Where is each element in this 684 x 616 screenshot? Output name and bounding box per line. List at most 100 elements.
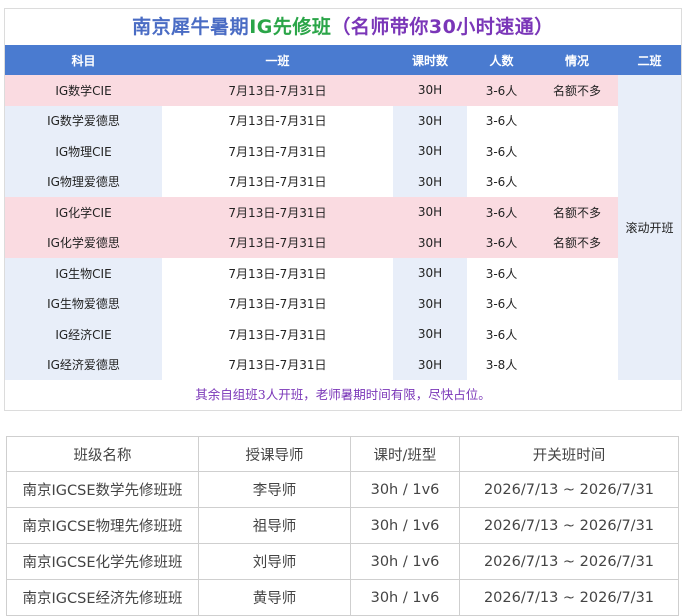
subject-cell: IG生物爱德思	[5, 288, 162, 319]
schedule-row: IG数学CIE 7月13日-7月31日 30H 3-6人 名额不多 滚动开班	[5, 75, 681, 380]
teacher-cell: 李导师	[198, 471, 351, 508]
size-cell: 3-6人	[467, 227, 536, 258]
date-cell: 7月13日-7月31日	[162, 105, 393, 136]
format-cell: 30h / 1v6	[350, 579, 460, 616]
hours-cell: 30H	[393, 349, 467, 380]
status-cell	[536, 349, 618, 380]
subject-cell: IG经济CIE	[5, 319, 162, 350]
size-cell: 3-6人	[467, 197, 536, 228]
date-cell: 7月13日-7月31日	[162, 75, 393, 106]
size-cell: 3-6人	[467, 258, 536, 289]
subject-cell: IG数学爱德思	[5, 105, 162, 136]
date-cell: 7月13日-7月31日	[162, 166, 393, 197]
date-cell: 7月13日-7月31日	[162, 319, 393, 350]
status-cell	[536, 136, 618, 167]
hours-cell: 30H	[393, 288, 467, 319]
schedule-row: IG经济CIE 7月13日-7月31日 30H 3-6人	[5, 319, 681, 350]
subject-cell: IG数学CIE	[5, 75, 162, 106]
schedule-row: IG物理爱德思 7月13日-7月31日 30H 3-6人	[5, 166, 681, 197]
header-size: 人数	[467, 45, 536, 75]
status-cell	[536, 166, 618, 197]
schedule-row: IG化学CIE 7月13日-7月31日 30H 3-6人 名额不多	[5, 197, 681, 228]
subject-cell: IG物理爱德思	[5, 166, 162, 197]
header-teacher: 授课导师	[198, 436, 351, 472]
format-cell: 30h / 1v6	[350, 507, 460, 544]
hours-cell: 30H	[393, 166, 467, 197]
schedule-row: IG生物爱德思 7月13日-7月31日 30H 3-6人	[5, 288, 681, 319]
status-cell: 名额不多	[536, 227, 618, 258]
header-class-name: 班级名称	[6, 436, 199, 472]
schedule-row: IG物理CIE 7月13日-7月31日 30H 3-6人	[5, 136, 681, 167]
size-cell: 3-6人	[467, 166, 536, 197]
schedule-row: IG经济爱德思 7月13日-7月31日 30H 3-8人	[5, 349, 681, 380]
format-cell: 30h / 1v6	[350, 543, 460, 580]
header-hours: 课时数	[393, 45, 467, 75]
header-class-two: 二班	[618, 45, 681, 75]
status-cell	[536, 319, 618, 350]
schedule-title: 南京犀牛暑期IG先修班（名师带你30小时速通）	[5, 9, 681, 45]
status-cell: 名额不多	[536, 75, 618, 106]
size-cell: 3-8人	[467, 349, 536, 380]
size-cell: 3-6人	[467, 319, 536, 350]
hours-cell: 30H	[393, 75, 467, 106]
hours-cell: 30H	[393, 319, 467, 350]
title-ig: IG先修班	[249, 16, 332, 38]
schedule-row: IG数学爱德思 7月13日-7月31日 30H 3-6人	[5, 105, 681, 136]
period-cell: 2026/7/13 ~ 2026/7/31	[459, 579, 679, 616]
hours-cell: 30H	[393, 227, 467, 258]
status-cell: 名额不多	[536, 197, 618, 228]
format-cell: 30h / 1v6	[350, 471, 460, 508]
subject-cell: IG物理CIE	[5, 136, 162, 167]
hours-cell: 30H	[393, 136, 467, 167]
class-row: 南京IGCSE数学先修班班 李导师 30h / 1v6 2026/7/13 ~ 202…	[6, 471, 679, 508]
date-cell: 7月13日-7月31日	[162, 349, 393, 380]
status-cell	[536, 258, 618, 289]
date-cell: 7月13日-7月31日	[162, 288, 393, 319]
subject-cell: IG化学爱德思	[5, 227, 162, 258]
class-name-cell: 南京IGCSE化学先修班班	[6, 543, 199, 580]
title-prefix: 南京犀牛暑期	[132, 16, 250, 38]
header-subject: 科目	[5, 45, 162, 75]
class-name-cell: 南京IGCSE数学先修班班	[6, 471, 199, 508]
header-period: 开关班时间	[459, 436, 679, 472]
teacher-cell: 祖导师	[198, 507, 351, 544]
size-cell: 3-6人	[467, 136, 536, 167]
schedule-table: 科目 一班 课时数 人数 情况 二班 IG数学CIE 7月13日-7月31日 30H…	[5, 45, 681, 380]
title-sub: （名师带你30小时速通）	[331, 16, 554, 38]
size-cell: 3-6人	[467, 288, 536, 319]
date-cell: 7月13日-7月31日	[162, 227, 393, 258]
header-status: 情况	[536, 45, 618, 75]
teacher-cell: 黄导师	[198, 579, 351, 616]
class-row: 南京IGCSE经济先修班班 黄导师 30h / 1v6 2026/7/13 ~ 202…	[6, 579, 679, 616]
class-name-cell: 南京IGCSE物理先修班班	[6, 507, 199, 544]
period-cell: 2026/7/13 ~ 2026/7/31	[459, 471, 679, 508]
class-name-cell: 南京IGCSE经济先修班班	[6, 579, 199, 616]
teacher-cell: 刘导师	[198, 543, 351, 580]
header-format: 课时/班型	[350, 436, 460, 472]
subject-cell: IG经济爱德思	[5, 349, 162, 380]
schedule-note: 其余自组班3人开班，老师暑期时间有限，尽快占位。	[195, 387, 491, 402]
period-cell: 2026/7/13 ~ 2026/7/31	[459, 507, 679, 544]
schedule-header-row: 科目 一班 课时数 人数 情况 二班	[5, 45, 681, 75]
size-cell: 3-6人	[467, 75, 536, 106]
class-table: 班级名称 授课导师 课时/班型 开关班时间 南京IGCSE数学先修班班 李导师 30…	[6, 436, 679, 616]
status-cell	[536, 105, 618, 136]
subject-cell: IG化学CIE	[5, 197, 162, 228]
class-row: 南京IGCSE物理先修班班 祖导师 30h / 1v6 2026/7/13 ~ 202…	[6, 507, 679, 544]
subject-cell: IG生物CIE	[5, 258, 162, 289]
header-class-one: 一班	[162, 45, 393, 75]
status-cell	[536, 288, 618, 319]
schedule-panel: 南京犀牛暑期IG先修班（名师带你30小时速通） 科目 一班 课时数 人数 情况 …	[4, 8, 682, 411]
hours-cell: 30H	[393, 105, 467, 136]
class-row: 南京IGCSE化学先修班班 刘导师 30h / 1v6 2026/7/13 ~ 202…	[6, 543, 679, 580]
class-header-row: 班级名称 授课导师 课时/班型 开关班时间	[6, 436, 679, 472]
schedule-row: IG化学爱德思 7月13日-7月31日 30H 3-6人 名额不多	[5, 227, 681, 258]
date-cell: 7月13日-7月31日	[162, 258, 393, 289]
date-cell: 7月13日-7月31日	[162, 136, 393, 167]
schedule-row: IG生物CIE 7月13日-7月31日 30H 3-6人	[5, 258, 681, 289]
second-class-cell: 滚动开班	[618, 75, 681, 380]
size-cell: 3-6人	[467, 105, 536, 136]
hours-cell: 30H	[393, 258, 467, 289]
date-cell: 7月13日-7月31日	[162, 197, 393, 228]
period-cell: 2026/7/13 ~ 2026/7/31	[459, 543, 679, 580]
